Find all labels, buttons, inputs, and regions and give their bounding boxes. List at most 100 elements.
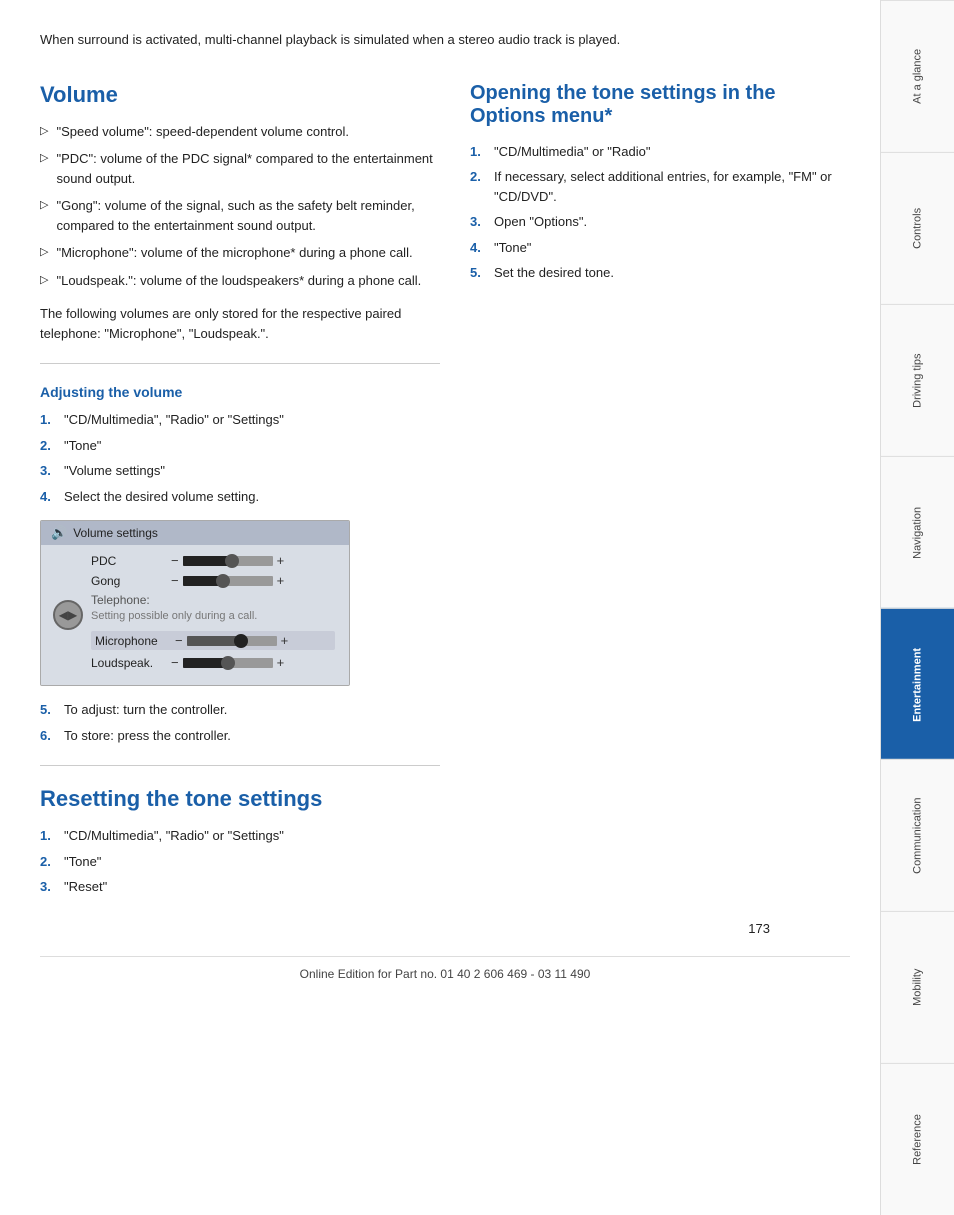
tone-step-num-5: 5.: [470, 263, 486, 283]
page-number: 173: [748, 921, 770, 936]
divider-2: [40, 765, 440, 766]
sidebar-label-reference: Reference: [912, 1114, 924, 1165]
pdc-minus: −: [171, 553, 179, 568]
tone-step-4: 4. "Tone": [470, 238, 850, 258]
microphone-plus: +: [281, 633, 289, 648]
sidebar-label-controls: Controls: [912, 208, 924, 249]
volume-section-title: Volume: [40, 82, 440, 108]
step-text-1: "CD/Multimedia", "Radio" or "Settings": [64, 410, 284, 430]
sidebar-item-reference[interactable]: Reference: [881, 1063, 954, 1215]
volume-icon: 🔊: [51, 525, 67, 541]
step-num-4: 4.: [40, 487, 56, 507]
volume-settings-image: 🔊 Volume settings ◀▶ PDC −: [40, 520, 350, 686]
bullet-arrow-1: ▷: [40, 123, 48, 140]
sidebar-item-communication[interactable]: Communication: [881, 759, 954, 911]
loudspeak-plus: +: [277, 655, 285, 670]
step-num-6: 6.: [40, 726, 56, 746]
reset-step-1: 1. "CD/Multimedia", "Radio" or "Settings…: [40, 826, 440, 846]
pdc-bar: [183, 556, 273, 566]
bullet-text-3: "Gong": volume of the signal, such as th…: [56, 196, 440, 235]
sidebar-label-navigation: Navigation: [912, 506, 924, 558]
resetting-steps-list: 1. "CD/Multimedia", "Radio" or "Settings…: [40, 826, 440, 897]
step-num-2: 2.: [40, 436, 56, 456]
bullet-arrow-4: ▷: [40, 244, 48, 261]
gong-row: Gong − +: [91, 573, 335, 588]
divider-1: [40, 363, 440, 364]
pdc-dot: [225, 554, 239, 568]
sidebar-item-entertainment[interactable]: Entertainment: [881, 608, 954, 760]
tone-step-text-4: "Tone": [494, 238, 531, 258]
bullet-text-2: "PDC": volume of the PDC signal* compare…: [56, 149, 440, 188]
microphone-fill: [187, 636, 241, 646]
sidebar-item-controls[interactable]: Controls: [881, 152, 954, 304]
bullet-text-1: "Speed volume": speed-dependent volume c…: [56, 122, 349, 142]
microphone-dot: [234, 634, 248, 648]
bullet-arrow-2: ▷: [40, 150, 48, 167]
microphone-row: Microphone − +: [91, 631, 335, 650]
tone-step-5: 5. Set the desired tone.: [470, 263, 850, 283]
loudspeak-dot: [221, 656, 235, 670]
tone-step-1: 1. "CD/Multimedia" or "Radio": [470, 142, 850, 162]
adjusting-steps-list: 1. "CD/Multimedia", "Radio" or "Settings…: [40, 410, 440, 506]
bullet-arrow-5: ▷: [40, 272, 48, 289]
right-column: Opening the tone settings in the Options…: [470, 74, 850, 911]
paired-phone-text: The following volumes are only stored fo…: [40, 304, 440, 343]
telephone-label: Telephone:: [91, 593, 335, 607]
step-6: 6. To store: press the controller.: [40, 726, 440, 746]
loudspeak-bar: [183, 658, 273, 668]
sidebar-item-driving-tips[interactable]: Driving tips: [881, 304, 954, 456]
adjusting-volume-title: Adjusting the volume: [40, 384, 440, 400]
volume-titlebar-text: Volume settings: [73, 526, 158, 540]
loudspeak-row: Loudspeak. − +: [91, 655, 335, 670]
tone-step-num-2: 2.: [470, 167, 486, 187]
step-3: 3. "Volume settings": [40, 461, 440, 481]
opening-tone-title: Opening the tone settings in the Options…: [470, 82, 850, 128]
tone-step-num-3: 3.: [470, 212, 486, 232]
bullet-arrow-3: ▷: [40, 197, 48, 214]
page-footer: Online Edition for Part no. 01 40 2 606 …: [40, 956, 850, 1001]
sidebar-item-mobility[interactable]: Mobility: [881, 911, 954, 1063]
tone-step-3: 3. Open "Options".: [470, 212, 850, 232]
reset-step-text-2: "Tone": [64, 852, 101, 872]
reset-step-num-1: 1.: [40, 826, 56, 846]
step-text-2: "Tone": [64, 436, 101, 456]
page-container: When surround is activated, multi-channe…: [0, 0, 954, 1215]
loudspeak-label: Loudspeak.: [91, 656, 171, 670]
volume-controller: ◀▶: [53, 600, 83, 630]
tone-step-num-1: 1.: [470, 142, 486, 162]
step-5: 5. To adjust: turn the controller.: [40, 700, 440, 720]
page-number-area: 173: [40, 921, 850, 936]
pdc-row: PDC − +: [91, 553, 335, 568]
bullet-item-1: ▷ "Speed volume": speed-dependent volume…: [40, 122, 440, 142]
sidebar-item-navigation[interactable]: Navigation: [881, 456, 954, 608]
tone-step-num-4: 4.: [470, 238, 486, 258]
step-4: 4. Select the desired volume setting.: [40, 487, 440, 507]
bullet-text-4: "Microphone": volume of the microphone* …: [56, 243, 412, 263]
step-text-6: To store: press the controller.: [64, 726, 231, 746]
tone-step-2: 2. If necessary, select additional entri…: [470, 167, 850, 206]
reset-step-text-3: "Reset": [64, 877, 107, 897]
sidebar: At a glance Controls Driving tips Naviga…: [880, 0, 954, 1215]
gong-label: Gong: [91, 574, 171, 588]
reset-step-2: 2. "Tone": [40, 852, 440, 872]
setting-note: Setting possible only during a call.: [91, 609, 335, 623]
bullet-item-4: ▷ "Microphone": volume of the microphone…: [40, 243, 440, 263]
step-num-3: 3.: [40, 461, 56, 481]
sidebar-label-at-a-glance: At a glance: [912, 49, 924, 104]
volume-titlebar: 🔊 Volume settings: [41, 521, 349, 545]
sidebar-label-driving-tips: Driving tips: [912, 353, 924, 407]
two-column-layout: Volume ▷ "Speed volume": speed-dependent…: [40, 74, 850, 911]
sidebar-label-communication: Communication: [912, 798, 924, 874]
pdc-label: PDC: [91, 554, 171, 568]
reset-step-num-3: 3.: [40, 877, 56, 897]
reset-step-num-2: 2.: [40, 852, 56, 872]
footer-online-text: Online Edition for Part no. 01 40 2 606 …: [300, 967, 591, 981]
bullet-text-5: "Loudspeak.": volume of the loudspeakers…: [56, 271, 421, 291]
reset-step-text-1: "CD/Multimedia", "Radio" or "Settings": [64, 826, 284, 846]
sidebar-label-mobility: Mobility: [912, 969, 924, 1006]
volume-body: ◀▶ PDC − + Go: [41, 545, 349, 685]
bullet-item-5: ▷ "Loudspeak.": volume of the loudspeake…: [40, 271, 440, 291]
sidebar-item-at-a-glance[interactable]: At a glance: [881, 0, 954, 152]
microphone-minus: −: [175, 633, 183, 648]
bullet-item-2: ▷ "PDC": volume of the PDC signal* compa…: [40, 149, 440, 188]
